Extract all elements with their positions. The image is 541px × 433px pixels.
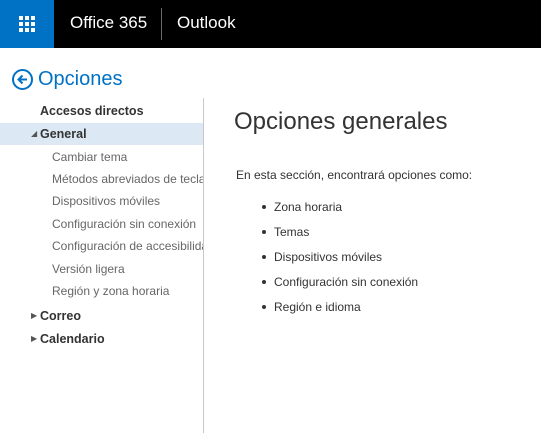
sidebar-item-change-theme[interactable]: Cambiar tema — [0, 150, 203, 168]
bullet-icon — [262, 305, 266, 309]
sidebar-item-keyboard-shortcuts[interactable]: Métodos abreviados de tecla — [0, 172, 203, 190]
bullet-icon — [262, 255, 266, 259]
sidebar-item-calendario[interactable]: ▶ Calendario — [0, 330, 203, 348]
sidebar-item-general-label: General — [40, 127, 87, 141]
back-arrow-icon — [12, 69, 33, 90]
list-item: Configuración sin conexión — [262, 275, 418, 300]
list-item-text: Temas — [274, 225, 310, 239]
list-item: Temas — [262, 225, 418, 250]
top-navigation-bar: Office 365 Outlook — [0, 0, 541, 48]
outlook-app-title[interactable]: Outlook — [177, 13, 236, 33]
bullet-icon — [262, 205, 266, 209]
collapse-triangle-icon: ◢ — [31, 129, 38, 138]
expand-triangle-icon: ▶ — [31, 311, 38, 320]
page-title: Opciones generales — [234, 108, 448, 135]
back-to-options-button[interactable]: Opciones — [12, 68, 123, 91]
sidebar-item-light-version[interactable]: Versión ligera — [0, 262, 203, 280]
list-item-text: Zona horaria — [274, 200, 343, 214]
options-bullet-list: Zona horaria Temas Dispositivos móviles … — [262, 200, 418, 325]
app-launcher-button[interactable] — [0, 0, 54, 48]
office-365-brand[interactable]: Office 365 — [70, 13, 147, 33]
options-sidebar: Accesos directos ◢ General Cambiar tema … — [0, 98, 204, 433]
bullet-icon — [262, 280, 266, 284]
list-item: Zona horaria — [262, 200, 418, 225]
list-item: Dispositivos móviles — [262, 250, 418, 275]
sidebar-item-shortcuts[interactable]: Accesos directos — [0, 104, 203, 122]
intro-text: En esta sección, encontrará opciones com… — [236, 168, 473, 182]
expand-triangle-icon: ▶ — [31, 334, 38, 343]
sidebar-item-mobile-devices[interactable]: Dispositivos móviles — [0, 194, 203, 212]
options-heading: Opciones — [38, 68, 123, 90]
sidebar-item-correo-label: Correo — [40, 309, 81, 323]
sidebar-item-accessibility[interactable]: Configuración de accesibilidad — [0, 239, 203, 257]
sidebar-item-offline-settings[interactable]: Configuración sin conexión — [0, 217, 203, 235]
sidebar-item-region-timezone[interactable]: Región y zona horaria — [0, 284, 203, 302]
list-item: Región e idioma — [262, 300, 418, 325]
list-item-text: Región e idioma — [274, 300, 361, 314]
sidebar-item-general[interactable]: ◢ General — [0, 123, 203, 145]
bullet-icon — [262, 230, 266, 234]
sidebar-item-correo[interactable]: ▶ Correo — [0, 307, 203, 325]
list-item-text: Dispositivos móviles — [274, 250, 383, 264]
app-launcher-icon — [19, 16, 35, 32]
topbar-divider — [161, 8, 162, 40]
sidebar-item-calendario-label: Calendario — [40, 332, 105, 346]
list-item-text: Configuración sin conexión — [274, 275, 419, 289]
